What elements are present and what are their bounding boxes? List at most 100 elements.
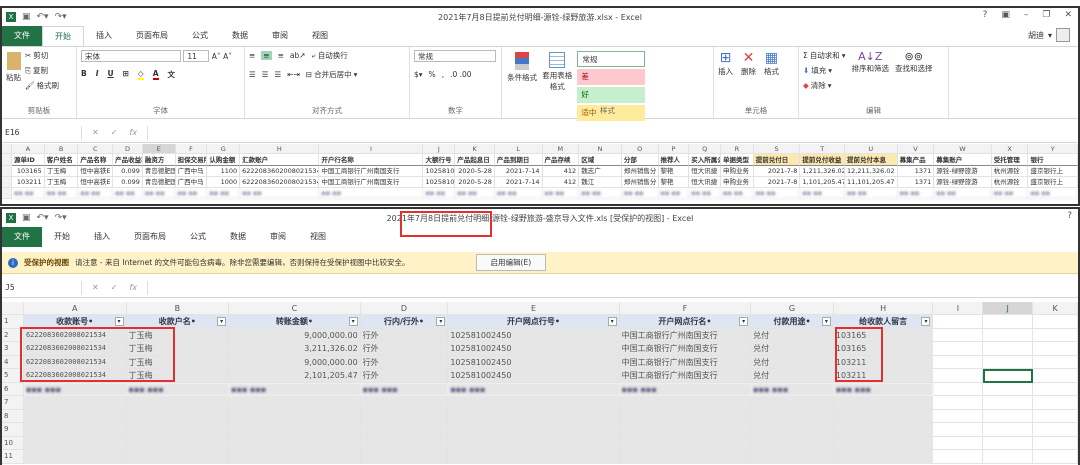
cell[interactable]: 103211: [11, 177, 45, 188]
tab-2[interactable]: 插入: [84, 26, 124, 46]
header-cell[interactable]: 开户网点行号• ▾: [448, 315, 620, 329]
cell[interactable]: [1033, 436, 1078, 450]
save-icon[interactable]: ▣: [22, 12, 31, 22]
cell[interactable]: [933, 450, 984, 464]
cell[interactable]: ▪▪ ▪▪: [423, 188, 456, 199]
cell[interactable]: 行外: [360, 328, 449, 342]
cell[interactable]: [1033, 382, 1078, 396]
column-header[interactable]: D: [360, 302, 449, 315]
cut-button[interactable]: ✂ 剪切: [25, 50, 59, 61]
cell[interactable]: 广西中马: [175, 166, 208, 177]
minimize-icon[interactable]: –: [1024, 10, 1029, 20]
cell[interactable]: [833, 423, 934, 437]
cell[interactable]: 1371: [897, 166, 935, 177]
enter-icon[interactable]: ✓: [111, 128, 118, 137]
cell[interactable]: 102581002450: [448, 342, 620, 356]
cell[interactable]: [751, 396, 834, 410]
header-cell[interactable]: 行内/行外• ▾: [360, 315, 449, 329]
font-name-select[interactable]: 宋体: [81, 50, 181, 62]
cell[interactable]: [1033, 328, 1078, 342]
cell[interactable]: 102581002450: [448, 355, 620, 369]
cell[interactable]: [751, 409, 834, 423]
cell[interactable]: 11,101,205.47: [845, 177, 898, 188]
cell[interactable]: [448, 436, 620, 450]
cell[interactable]: ▪▪▪ ▪▪▪: [229, 382, 361, 396]
header-cell[interactable]: 付款用途• ▾: [751, 315, 834, 329]
filter-dropdown-icon[interactable]: ▾: [821, 317, 831, 326]
comma-icon[interactable]: ,: [442, 70, 444, 79]
save-icon[interactable]: ▣: [22, 213, 31, 223]
cell[interactable]: [1033, 355, 1078, 369]
name-box[interactable]: J5: [2, 280, 82, 295]
header-cell[interactable]: 区域: [579, 154, 622, 166]
cell[interactable]: 2021-7-8: [753, 177, 801, 188]
ribbon-display-icon[interactable]: ▣: [1001, 10, 1010, 20]
cell[interactable]: 2020-5-28: [455, 166, 495, 177]
cell[interactable]: ▪▪ ▪▪: [142, 188, 176, 199]
cell[interactable]: 杭州源铨: [991, 177, 1029, 188]
tab-4[interactable]: 公式: [178, 227, 218, 247]
autosum-button[interactable]: Σ 自动求和 ▾: [803, 50, 846, 61]
cell[interactable]: ▪▪ ▪▪: [721, 188, 754, 199]
tab-3[interactable]: 页面布局: [124, 26, 180, 46]
orientation-icon[interactable]: ab↗: [290, 51, 306, 60]
header-cell[interactable]: 买入所属公司: [689, 154, 722, 166]
cell[interactable]: 黎艳: [658, 166, 690, 177]
help-icon[interactable]: ?: [1067, 211, 1072, 221]
cell[interactable]: 9,000,000.00: [229, 355, 361, 369]
cell[interactable]: [833, 409, 934, 423]
column-header[interactable]: C: [229, 302, 361, 315]
cell[interactable]: [448, 396, 620, 410]
cell[interactable]: [23, 436, 127, 450]
name-box[interactable]: E16: [2, 125, 82, 140]
cell[interactable]: [23, 423, 127, 437]
percent-icon[interactable]: %: [429, 70, 436, 79]
cell[interactable]: [619, 409, 752, 423]
align-top-icon[interactable]: ≡: [249, 51, 255, 60]
cell[interactable]: ▪▪ ▪▪: [207, 188, 241, 199]
format-painter-button[interactable]: 🖌 格式刷: [25, 80, 59, 91]
column-header[interactable]: H: [833, 302, 934, 315]
tab-7[interactable]: 视图: [300, 26, 340, 46]
cell[interactable]: [229, 436, 361, 450]
cell[interactable]: 1,101,205.47: [800, 177, 846, 188]
cell[interactable]: ▪▪ ▪▪: [689, 188, 722, 199]
cell[interactable]: ▪▪ ▪▪: [800, 188, 846, 199]
spreadsheet-grid[interactable]: A B C D E F G H I J K L M N O P Q R S T U V W X Y 源单ID 客户姓名 产品名称 产品收…: [2, 144, 1078, 204]
header-cell[interactable]: 产品存续: [542, 154, 580, 166]
tab-3[interactable]: 页面布局: [122, 227, 178, 247]
font-size-select[interactable]: 11: [183, 50, 210, 62]
cell[interactable]: ▪▪▪ ▪▪▪: [360, 382, 449, 396]
cell[interactable]: 103165: [11, 166, 45, 177]
cell[interactable]: [833, 436, 934, 450]
wrap-text-button[interactable]: ⤶ 自动换行: [312, 50, 348, 61]
header-cell[interactable]: 汇款账户: [240, 154, 320, 166]
cell[interactable]: 6222083602008021534: [240, 177, 320, 188]
merge-center-button[interactable]: ⊟ 合并后居中 ▾: [306, 69, 358, 80]
tab-1[interactable]: 开始: [42, 26, 84, 46]
cell[interactable]: [751, 450, 834, 464]
align-middle-icon[interactable]: ≡: [261, 51, 272, 60]
cell[interactable]: [619, 396, 752, 410]
function-icon[interactable]: fx: [129, 283, 137, 292]
cell[interactable]: 源铨-绿野旅游: [934, 166, 992, 177]
cell[interactable]: ▪▪ ▪▪: [542, 188, 580, 199]
indent-icon[interactable]: ⇤⇥: [287, 70, 300, 79]
cell[interactable]: 兑付: [751, 342, 834, 356]
tab-7[interactable]: 视图: [298, 227, 338, 247]
cell[interactable]: ▪▪ ▪▪: [1028, 188, 1078, 199]
tab-0[interactable]: 文件: [2, 26, 42, 46]
cell[interactable]: 郑州销售分: [621, 177, 659, 188]
cell[interactable]: 中国工商银行广州南国支行: [619, 342, 752, 356]
cell[interactable]: [983, 450, 1034, 464]
cell[interactable]: [23, 450, 127, 464]
tab-5[interactable]: 数据: [220, 26, 260, 46]
cell[interactable]: [1033, 396, 1078, 410]
cell[interactable]: [751, 436, 834, 450]
header-cell[interactable]: 转账金额• ▾: [229, 315, 361, 329]
cell[interactable]: [619, 423, 752, 437]
cell[interactable]: [1033, 450, 1078, 464]
cell[interactable]: ▪▪ ▪▪: [991, 188, 1029, 199]
cell[interactable]: ▪▪ ▪▪: [494, 188, 543, 199]
header-cell[interactable]: 认购金额: [207, 154, 241, 166]
